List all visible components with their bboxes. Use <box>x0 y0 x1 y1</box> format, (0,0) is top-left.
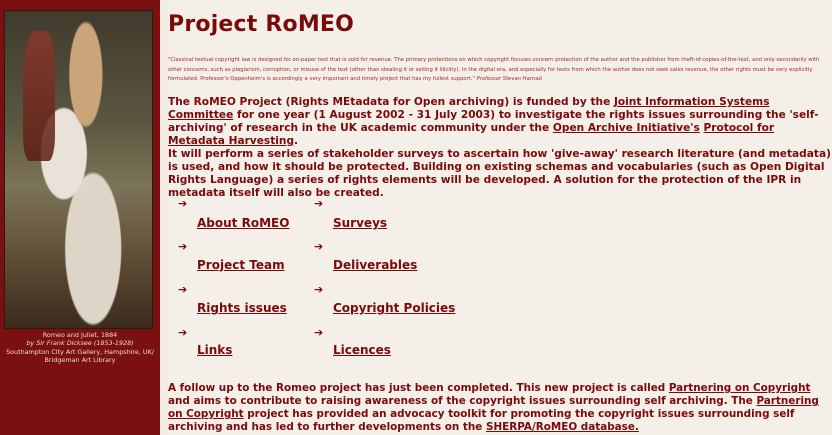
arrow-icon: ➔ <box>314 197 324 210</box>
intro-text-4: . <box>294 135 299 147</box>
followup-text-2: and aims to contribute to raising awaren… <box>168 395 757 407</box>
surveys-paragraph: It will perform a series of stakeholder … <box>168 148 831 199</box>
partnering-copyright-link[interactable]: Partnering on Copyright <box>669 382 811 394</box>
intro-text-1: The RoMEO Project (Rights MEtadata for O… <box>168 96 614 108</box>
caption-title: Romeo and Juliet, 1884 <box>42 331 118 339</box>
caption-location: Southampton City Art Gallery, Hampshire,… <box>6 347 154 356</box>
followup-text-1: A follow up to the Romeo project has jus… <box>168 382 669 394</box>
arrow-icon: ➔ <box>314 283 324 296</box>
arrow-icon: ➔ <box>178 326 188 339</box>
copyright-policies-link[interactable]: Copyright Policies <box>333 301 455 315</box>
arrow-icon: ➔ <box>178 197 188 210</box>
arrow-icon: ➔ <box>178 283 188 296</box>
arrow-icon: ➔ <box>314 240 324 253</box>
rights-issues-link[interactable]: Rights issues <box>197 301 287 315</box>
caption-artist: by Sir Frank Dicksee (1853-1928) <box>26 339 134 348</box>
harnad-quote: "Classical textual copyright law is desi… <box>168 56 832 85</box>
licences-link[interactable]: Licences <box>333 343 391 357</box>
left-sidebar: Romeo and Juliet, 1884 by Sir Frank Dick… <box>0 0 160 435</box>
romeo-juliet-painting <box>4 10 153 329</box>
surveys-link[interactable]: Surveys <box>333 216 387 230</box>
intro-paragraph: The RoMEO Project (Rights MEtadata for O… <box>168 96 832 148</box>
followup-paragraph: A follow up to the Romeo project has jus… <box>168 382 832 434</box>
main-content: Project RoMEO "Classical textual copyrig… <box>168 0 832 435</box>
page-title: Project RoMEO <box>168 12 355 37</box>
arrow-icon: ➔ <box>178 240 188 253</box>
caption-library: Bridgeman Art Library <box>44 355 116 364</box>
oai-link[interactable]: Open Archive Initiative's <box>553 122 700 134</box>
about-romeo-link[interactable]: About RoMEO <box>197 216 289 230</box>
arrow-icon: ➔ <box>314 326 324 339</box>
followup-text-3: project has provided an advocacy toolkit… <box>168 408 795 433</box>
project-team-link[interactable]: Project Team <box>197 258 285 272</box>
quote-attribution: Professor Stevan Harnad <box>476 76 542 82</box>
painting-caption: Romeo and Juliet, 1884 by Sir Frank Dick… <box>0 331 160 364</box>
links-link[interactable]: Links <box>197 343 232 357</box>
project-menu: ➔ About RoMEO ➔ Surveys ➔ Project Team ➔… <box>168 197 832 367</box>
sherpa-romeo-link[interactable]: SHERPA/RoMEO database. <box>486 421 639 433</box>
deliverables-link[interactable]: Deliverables <box>333 258 417 272</box>
